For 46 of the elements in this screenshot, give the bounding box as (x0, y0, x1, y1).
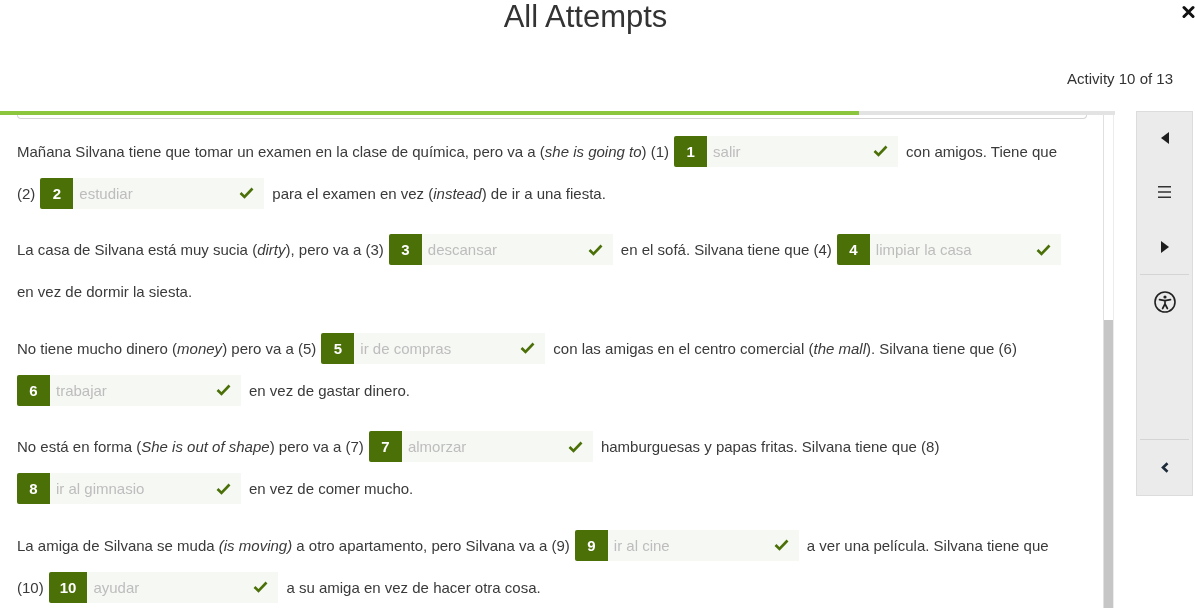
question-number: 10 (48, 571, 88, 603)
sentence-text: para el examen en vez (instead) de ir a una fiesta. (272, 184, 606, 202)
question-number: 4 (836, 234, 870, 266)
sentence-text: (2) (17, 184, 36, 202)
sentence-text: en el sofá. Silvana tiene que (4) (620, 241, 832, 259)
close-icon[interactable] (1182, 5, 1195, 19)
answer-field[interactable]: ir al gimnasio (50, 473, 241, 505)
sentence-text: La amiga de Silvana se muda (is moving) a otro apartamento, pero Silvana va a (9) (17, 536, 570, 554)
answer-field[interactable]: estudiar (73, 177, 265, 209)
sentence-text: con amigos. Tiene que (906, 142, 1057, 160)
dialog-title: All Attempts (503, 0, 668, 34)
question-number: 7 (368, 431, 402, 463)
answer-field[interactable]: ir de compras (354, 332, 546, 364)
question-number: 2 (40, 177, 74, 209)
sentence-text: hamburguesas y papas fritas. Silvana tiene que (8) (600, 438, 940, 456)
menu-icon (1158, 185, 1171, 198)
answer-field[interactable]: limpiar la casa (869, 234, 1061, 266)
sentence-text: a su amiga en vez de hacer otra cosa. (286, 578, 541, 596)
answer-field[interactable]: ayudar (87, 571, 279, 603)
sentence-text: No está en forma (She is out of shape) pero va a (7) (17, 438, 364, 456)
answer-field[interactable]: almorzar (401, 431, 593, 463)
question-number: 6 (17, 374, 50, 406)
sentence-text: en vez de comer mucho. (249, 480, 414, 498)
scrollbar-thumb[interactable] (1104, 320, 1113, 608)
answer-field[interactable]: trabajar (50, 374, 241, 406)
question-number: 5 (321, 332, 355, 364)
sentence-text: No tiene mucho dinero (money) pero va a (5) (17, 339, 317, 357)
question-number: 9 (574, 529, 608, 561)
right-triangle-icon (1160, 240, 1169, 253)
chevron-left-icon (1160, 462, 1169, 473)
sentence-text: Mañana Silvana tiene que tomar un examen en la clase de química, pero va a (she is going to) (1) (17, 142, 670, 160)
activity-counter: Activity 10 of 13 (1067, 70, 1173, 88)
sentence-text: La casa de Silvana está muy sucia (dirty), pero va a (3) (17, 241, 384, 259)
sentence-text: a ver una película. Silvana tiene que (806, 536, 1049, 554)
answer-field[interactable]: ir al cine (607, 529, 799, 561)
answer-field[interactable]: salir (707, 135, 899, 167)
left-triangle-icon (1160, 132, 1169, 144)
sentence-text: en vez de dormir la siesta. (17, 283, 193, 301)
sentence-text: (10) (17, 578, 44, 596)
question-number: 3 (388, 234, 422, 266)
accessibility-icon (1153, 290, 1176, 313)
sentence-text: en vez de gastar dinero. (249, 381, 410, 399)
answer-field[interactable]: descansar (421, 234, 613, 266)
sentence-text: con las amigas en el centro comercial (the mall). Silvana tiene que (6) (553, 339, 1017, 357)
question-number: 1 (674, 135, 708, 167)
question-number: 8 (17, 473, 50, 505)
